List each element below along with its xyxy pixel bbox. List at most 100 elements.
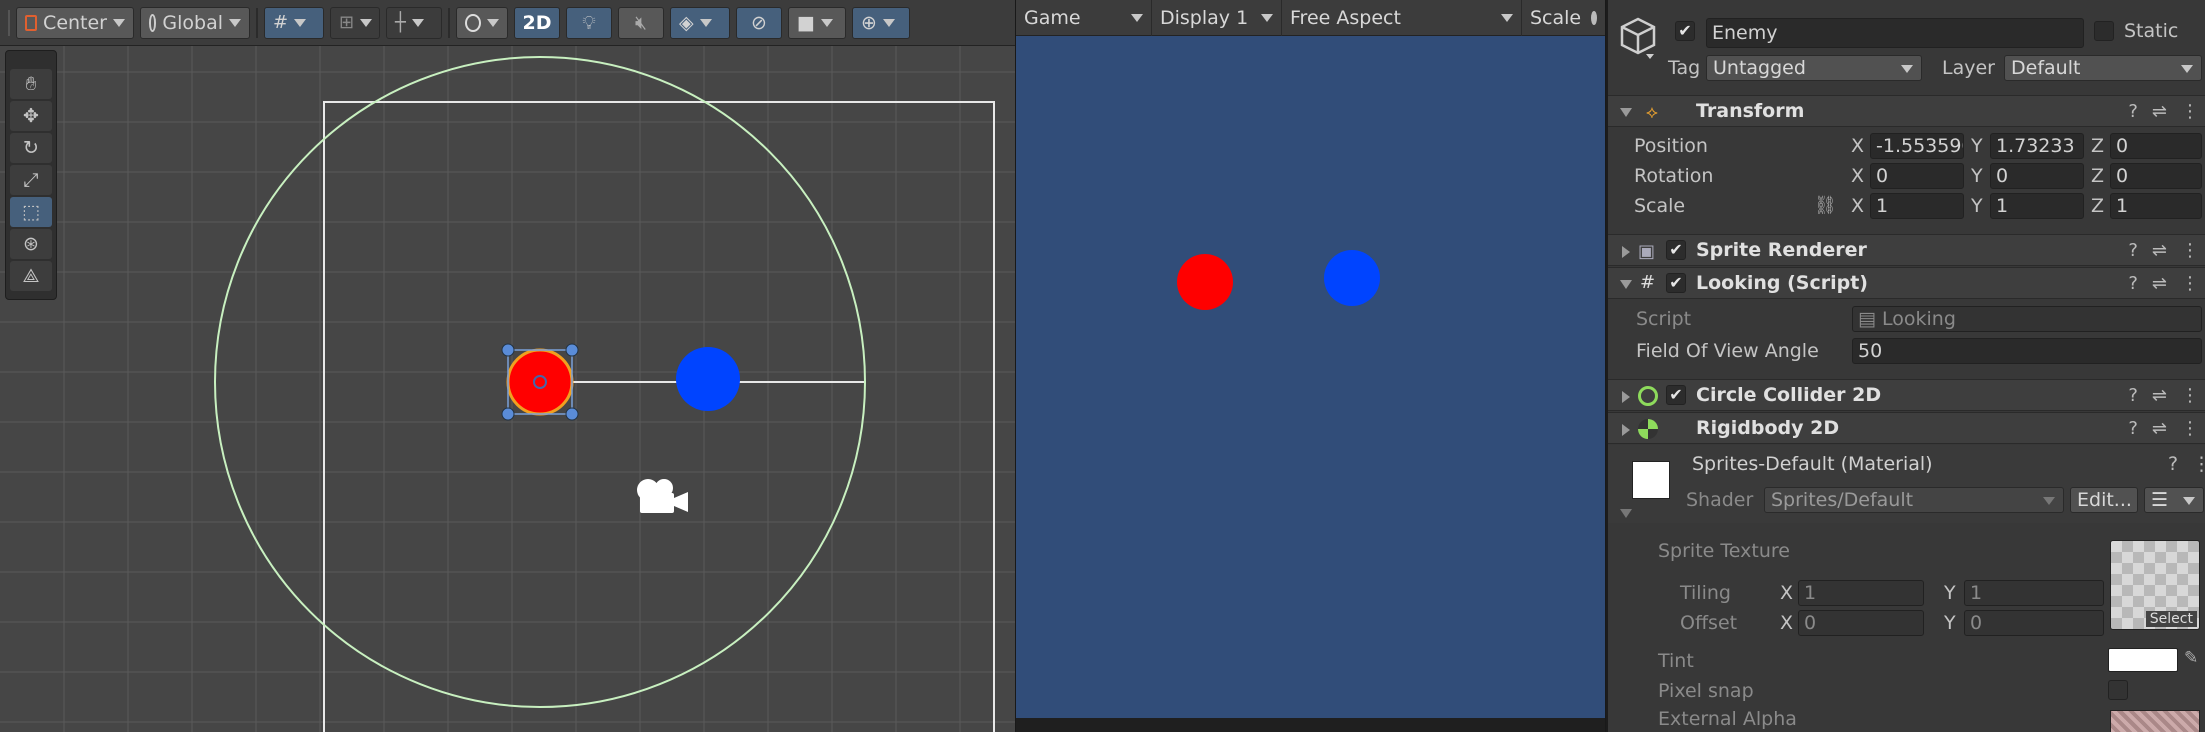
foldout-closed-icon[interactable] [1622, 424, 1630, 436]
aspect-dropdown[interactable]: Free Aspect [1282, 0, 1522, 36]
scale-icon: ⤢ [23, 169, 39, 191]
snap-increment-button[interactable]: ⊞ [330, 6, 380, 39]
chevron-down-icon [2183, 497, 2195, 505]
draw-mode-dropdown[interactable] [456, 6, 508, 39]
circle-collider-enabled-checkbox[interactable]: ✔ [1666, 385, 1686, 405]
material-header[interactable]: Sprites-Default (Material) ? ⋮ Shader Sp… [1608, 445, 2205, 523]
shader-options-dropdown[interactable]: ☰ [2144, 487, 2204, 513]
ruler-snap-button[interactable]: ┼ [386, 6, 442, 39]
foldout-open-icon[interactable] [1620, 509, 1632, 518]
active-checkbox[interactable]: ✔ [1675, 21, 1695, 41]
scale-label: Scale [1530, 6, 1582, 29]
scale-x-field[interactable]: 1 [1870, 193, 1964, 219]
effects-dropdown[interactable]: ◈ [670, 6, 730, 39]
preset-icon[interactable]: ⇌ [2152, 273, 2167, 294]
rotate-tool-button[interactable]: ↻ [10, 133, 52, 163]
menu-kebab-icon[interactable]: ⋮ [2192, 453, 2205, 475]
rect-tool-button[interactable]: ⬚ [10, 197, 52, 227]
move-tool-button[interactable]: ✥ [10, 101, 52, 131]
slider-knob[interactable] [1591, 10, 1597, 25]
chevron-down-icon [2181, 65, 2193, 73]
edit-shader-button[interactable]: Edit... [2070, 487, 2138, 513]
offset-y-field[interactable]: 0 [1964, 610, 2104, 636]
toggle-2d-button[interactable]: 2D [514, 6, 560, 39]
preset-icon[interactable]: ⇌ [2152, 240, 2167, 261]
preset-icon[interactable]: ⇌ [2152, 101, 2167, 122]
menu-kebab-icon[interactable]: ⋮ [2181, 101, 2199, 122]
preset-icon[interactable]: ⇌ [2152, 385, 2167, 406]
tiling-y-field[interactable]: 1 [1964, 580, 2104, 606]
help-icon[interactable]: ? [2128, 418, 2138, 439]
transform-header[interactable]: ⟡ Transform ? ⇌ ⋮ [1608, 95, 2205, 127]
scene-grid[interactable] [0, 46, 1015, 732]
scale-tool-button[interactable]: ⤢ [10, 165, 52, 195]
help-icon[interactable]: ? [2128, 101, 2138, 122]
shader-dropdown[interactable]: Sprites/Default [1764, 487, 2064, 513]
menu-kebab-icon[interactable]: ⋮ [2181, 385, 2199, 406]
texture-select-button[interactable]: Select [2145, 611, 2197, 627]
gizmos-dropdown[interactable]: ⊕ [852, 6, 910, 39]
looking-enabled-checkbox[interactable]: ✔ [1666, 273, 1686, 293]
static-checkbox[interactable] [2094, 21, 2114, 41]
view-type-dropdown[interactable]: Game [1016, 0, 1152, 36]
scale-slider[interactable]: Scale [1522, 0, 1605, 36]
rotation-y-field[interactable]: 0 [1990, 163, 2084, 189]
offset-x-field[interactable]: 0 [1798, 610, 1924, 636]
circle-collider-title: Circle Collider 2D [1696, 384, 1882, 406]
grid-snap-button[interactable]: # [264, 6, 324, 39]
tag-label: Tag [1668, 57, 1701, 79]
foldout-open-icon[interactable] [1620, 280, 1632, 289]
scale-z-field[interactable]: 1 [2110, 193, 2202, 219]
rotation-z-field[interactable]: 0 [2110, 163, 2202, 189]
foldout-closed-icon[interactable] [1622, 246, 1630, 258]
fov-angle-field[interactable]: 50 [1852, 338, 2202, 364]
rotation-x-field[interactable]: 0 [1870, 163, 1964, 189]
game-canvas[interactable] [1016, 36, 1605, 718]
help-icon[interactable]: ? [2128, 273, 2138, 294]
transform-tool-button[interactable]: ⊛ [10, 229, 52, 259]
rect-transform-icon: ⬚ [22, 201, 40, 223]
tag-dropdown[interactable]: Untagged [1706, 55, 1922, 81]
lighting-toggle-button[interactable]: 💡︎ [566, 6, 612, 39]
material-title: Sprites-Default (Material) [1692, 453, 1933, 475]
tint-color-field[interactable] [2108, 648, 2178, 672]
visibility-toggle-button[interactable]: ⊘ [736, 6, 782, 39]
looking-script-header[interactable]: # ✔ Looking (Script) ? ⇌ ⋮ [1608, 267, 2205, 299]
position-z-field[interactable]: 0 [2110, 133, 2202, 159]
tiling-x-field[interactable]: 1 [1798, 580, 1924, 606]
camera-settings-dropdown[interactable]: ■ [788, 6, 846, 39]
space-mode-dropdown[interactable]: Global [140, 6, 250, 39]
preset-icon[interactable]: ⇌ [2152, 418, 2167, 439]
sprite-renderer-header[interactable]: ▣ ✔ Sprite Renderer ? ⇌ ⋮ [1608, 234, 2205, 266]
sprite-renderer-enabled-checkbox[interactable]: ✔ [1666, 240, 1686, 260]
pixel-snap-checkbox[interactable] [2108, 680, 2128, 700]
scene-view[interactable]: Center Global # ⊞ ┼ 2D 💡︎ 🔇︎ ◈ ⊘ ■ ⊕ ✋︎ … [0, 0, 1015, 732]
menu-kebab-icon[interactable]: ⋮ [2181, 240, 2199, 261]
position-y-field[interactable]: 1.73233 [1990, 133, 2084, 159]
scale-y-field[interactable]: 1 [1990, 193, 2084, 219]
hand-tool-button[interactable]: ✋︎ [10, 69, 52, 99]
object-name-field[interactable]: Enemy [1706, 18, 2084, 48]
texture-preview-slot[interactable]: Select [2110, 540, 2200, 630]
ruler-icon: ┼ [395, 12, 406, 33]
help-icon[interactable]: ? [2168, 453, 2178, 475]
grid-icon: # [273, 12, 289, 33]
foldout-open-icon[interactable] [1620, 108, 1632, 117]
display-dropdown[interactable]: Display 1 [1152, 0, 1282, 36]
menu-kebab-icon[interactable]: ⋮ [2181, 418, 2199, 439]
help-icon[interactable]: ? [2128, 240, 2138, 261]
position-z-label: Z [2091, 135, 2105, 157]
constrain-proportions-icon[interactable]: ⛓︎ [1814, 195, 1837, 216]
audio-toggle-button[interactable]: 🔇︎ [618, 6, 664, 39]
pivot-mode-dropdown[interactable]: Center [16, 6, 134, 39]
foldout-closed-icon[interactable] [1622, 391, 1630, 403]
layer-dropdown[interactable]: Default [2004, 55, 2202, 81]
menu-kebab-icon[interactable]: ⋮ [2181, 273, 2199, 294]
position-x-field[interactable]: -1.553596 [1870, 133, 1964, 159]
rigidbody-header[interactable]: Rigidbody 2D ? ⇌ ⋮ [1608, 412, 2205, 444]
circle-collider-header[interactable]: ✔ Circle Collider 2D ? ⇌ ⋮ [1608, 379, 2205, 411]
eyedropper-icon[interactable]: ✎ [2184, 648, 2198, 668]
custom-tool-button[interactable]: ⟁ [10, 261, 52, 291]
external-alpha-slot[interactable] [2110, 710, 2200, 732]
help-icon[interactable]: ? [2128, 385, 2138, 406]
